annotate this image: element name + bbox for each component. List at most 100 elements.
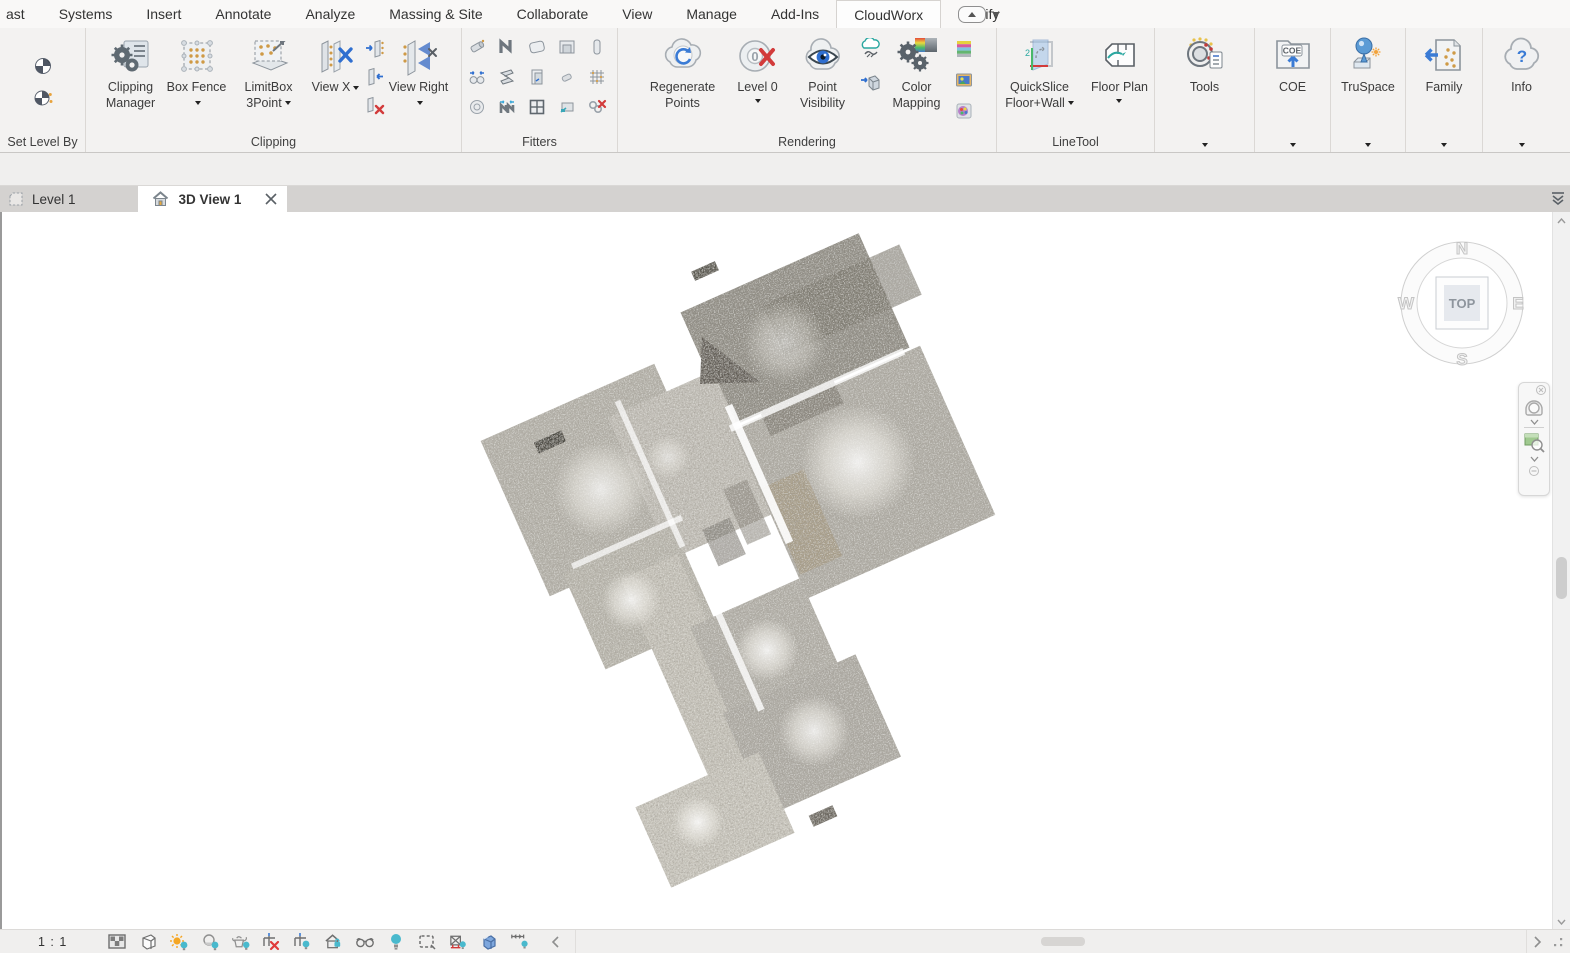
fitter-duct-icon[interactable]: [496, 36, 518, 58]
tab-insert[interactable]: Insert: [129, 0, 198, 28]
tab-manage[interactable]: Manage: [669, 0, 754, 28]
shadows-icon[interactable]: [200, 932, 220, 952]
truspace-button[interactable]: TruSpace: [1332, 34, 1404, 96]
compass-east[interactable]: E: [1512, 294, 1523, 313]
fitter-window-icon[interactable]: [526, 96, 548, 118]
fitter-box-icon[interactable]: [556, 36, 578, 58]
temporary-view-properties-icon[interactable]: [417, 932, 437, 952]
coe-button[interactable]: COE COE: [1257, 34, 1329, 96]
horizontal-scrollbar[interactable]: [575, 930, 1526, 953]
family-panel-expander[interactable]: [1406, 143, 1482, 147]
fitter-column-icon[interactable]: [586, 36, 608, 58]
scroll-up-icon[interactable]: [1553, 212, 1570, 229]
export-points-icon[interactable]: [859, 72, 881, 94]
chevron-down-icon[interactable]: [1519, 456, 1549, 462]
fitter-panel-icon[interactable]: [526, 36, 548, 58]
compass-north[interactable]: N: [1456, 239, 1468, 258]
coe-panel-expander[interactable]: [1255, 143, 1330, 147]
tab-add-ins[interactable]: Add-Ins: [754, 0, 836, 28]
fitter-grid-icon[interactable]: [586, 66, 608, 88]
minus-icon[interactable]: [1519, 466, 1549, 476]
tab-cloudworx[interactable]: CloudWorx: [836, 0, 941, 28]
gradient-bar-icon[interactable]: [953, 38, 975, 60]
fitter-beam-icon[interactable]: [496, 66, 518, 88]
view-tab-3d-view-1[interactable]: 3D View 1: [138, 186, 288, 212]
drawing-area[interactable]: N E S W TOP: [0, 212, 1553, 930]
displacement-sets-icon[interactable]: [479, 932, 499, 952]
tab-collaborate[interactable]: Collaborate: [500, 0, 606, 28]
compass-west[interactable]: W: [1398, 294, 1415, 313]
clipping-manager-button[interactable]: Clipping Manager: [98, 34, 164, 111]
scroll-down-icon[interactable]: [1553, 913, 1570, 930]
point-visibility-button[interactable]: Point Visibility: [790, 34, 856, 111]
analytical-model-icon[interactable]: [448, 932, 468, 952]
reveal-constraints-icon[interactable]: [510, 932, 530, 952]
clip-pull-plane-icon[interactable]: [364, 66, 386, 88]
locked-orientation-icon[interactable]: [324, 932, 344, 952]
viewcube[interactable]: N E S W TOP: [1387, 228, 1537, 378]
tab-systems[interactable]: Systems: [42, 0, 130, 28]
vertical-scrollbar[interactable]: [1552, 212, 1570, 930]
image-map-icon[interactable]: [953, 69, 975, 91]
set-level-points-icon[interactable]: [32, 87, 54, 109]
collapse-toolbar-icon[interactable]: [545, 932, 565, 952]
tools-button[interactable]: Tools: [1169, 34, 1241, 96]
level-0-button[interactable]: 0 Level 0: [729, 34, 787, 103]
fitter-pipe-icon[interactable]: [466, 36, 488, 58]
set-level-target-icon[interactable]: [32, 55, 54, 77]
info-panel-expander[interactable]: [1483, 143, 1560, 147]
fitter-screen-icon[interactable]: [556, 96, 578, 118]
tab-annotate[interactable]: Annotate: [198, 0, 288, 28]
scale-button[interactable]: 1 : 1: [38, 935, 67, 949]
render-dialog-icon[interactable]: [231, 932, 251, 952]
steering-wheel-icon[interactable]: [1519, 395, 1549, 419]
fitter-double-duct-icon[interactable]: [496, 96, 518, 118]
minimize-ribbon-button[interactable]: [958, 6, 986, 23]
box-fence-button[interactable]: Box Fence: [166, 34, 228, 111]
fitter-disconnect-icon[interactable]: [586, 96, 608, 118]
color-mapping-button[interactable]: Color Mapping: [884, 34, 950, 111]
tab-view[interactable]: View: [605, 0, 669, 28]
regenerate-points-button[interactable]: Regenerate Points: [640, 34, 726, 111]
clip-delete-plane-icon[interactable]: [364, 94, 386, 116]
limitbox-3point-button[interactable]: LimitBox 3Point: [230, 34, 308, 111]
family-button[interactable]: Family: [1408, 34, 1480, 96]
tab-analyze[interactable]: Analyze: [288, 0, 372, 28]
tab-massing-site[interactable]: Massing & Site: [372, 0, 499, 28]
view-x-button[interactable]: View X: [310, 34, 362, 96]
palette-icon[interactable]: [953, 100, 975, 122]
compass-south[interactable]: S: [1456, 350, 1467, 369]
chevron-down-icon[interactable]: [1519, 419, 1549, 425]
tab-list-icon[interactable]: [1550, 191, 1566, 205]
fitter-conduit-icon[interactable]: [556, 66, 578, 88]
view-tab-level1[interactable]: Level 1: [0, 186, 90, 212]
temporary-hide-isolate-icon[interactable]: [386, 932, 406, 952]
sun-path-icon[interactable]: [169, 932, 189, 952]
clip-align-plane-icon[interactable]: [364, 38, 386, 60]
tab-precast[interactable]: ast: [0, 0, 42, 28]
fitter-round-icon[interactable]: [466, 96, 488, 118]
horizontal-scrollbar-thumb[interactable]: [1041, 937, 1085, 946]
reveal-hidden-elements-icon[interactable]: [355, 932, 375, 952]
zoom-region-icon[interactable]: [1519, 430, 1549, 454]
quickslice-button[interactable]: 2 QuickSlice Floor+Wall: [1000, 34, 1080, 111]
close-icon[interactable]: [265, 193, 277, 205]
resize-grip-icon[interactable]: [1552, 936, 1564, 948]
vertical-scrollbar-thumb[interactable]: [1556, 557, 1567, 599]
visual-style-icon[interactable]: [138, 932, 158, 952]
detail-level-icon[interactable]: [107, 932, 127, 952]
close-icon[interactable]: [1519, 383, 1549, 395]
floor-plan-button[interactable]: Floor Plan: [1088, 34, 1152, 103]
info-button[interactable]: ? Info: [1486, 34, 1558, 96]
tools-panel-expander[interactable]: [1155, 143, 1254, 147]
chevron-down-icon[interactable]: [992, 12, 1000, 17]
fitter-door-icon[interactable]: [526, 66, 548, 88]
crop-view-icon[interactable]: [262, 932, 282, 952]
truspace-panel-expander[interactable]: [1331, 143, 1405, 147]
cloud-slice-icon[interactable]: [859, 38, 881, 60]
view-right-button[interactable]: View Right: [388, 34, 450, 111]
crop-region-visibility-icon[interactable]: [293, 932, 313, 952]
expand-toolbar-icon[interactable]: [1533, 936, 1542, 948]
point-cloud-view[interactable]: [2, 212, 1553, 930]
fitter-finder-icon[interactable]: [466, 66, 488, 88]
